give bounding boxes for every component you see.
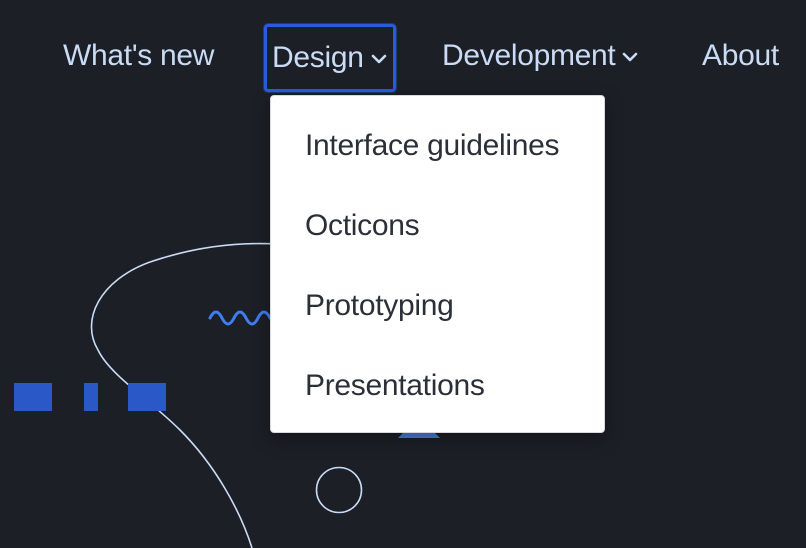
nav-item-about[interactable]: About xyxy=(702,36,779,75)
chevron-down-icon xyxy=(623,52,638,62)
nav-item-label: About xyxy=(702,39,779,73)
nav-item-design[interactable]: Design xyxy=(264,24,396,93)
nav-item-label: Design xyxy=(272,41,364,75)
top-navigation: What's new Design Development About xyxy=(0,0,806,110)
circle-shape xyxy=(315,466,363,514)
menu-item-prototyping[interactable]: Prototyping xyxy=(305,286,454,326)
block-shape-1 xyxy=(14,383,52,411)
nav-item-whats-new[interactable]: What's new xyxy=(63,36,214,75)
nav-item-development[interactable]: Development xyxy=(442,36,639,75)
design-dropdown-menu: Interface guidelines Octicons Prototypin… xyxy=(270,95,605,433)
menu-item-interface-guidelines[interactable]: Interface guidelines xyxy=(305,126,559,166)
nav-item-label: Development xyxy=(442,39,616,73)
block-shape-3 xyxy=(128,383,166,411)
menu-item-octicons[interactable]: Octicons xyxy=(305,206,420,246)
nav-item-label: What's new xyxy=(63,39,215,73)
curve-line-art xyxy=(90,242,301,548)
squiggle-shape xyxy=(208,310,272,326)
menu-item-presentations[interactable]: Presentations xyxy=(305,366,485,406)
block-shape-2 xyxy=(84,383,98,411)
chevron-down-icon xyxy=(371,54,386,64)
